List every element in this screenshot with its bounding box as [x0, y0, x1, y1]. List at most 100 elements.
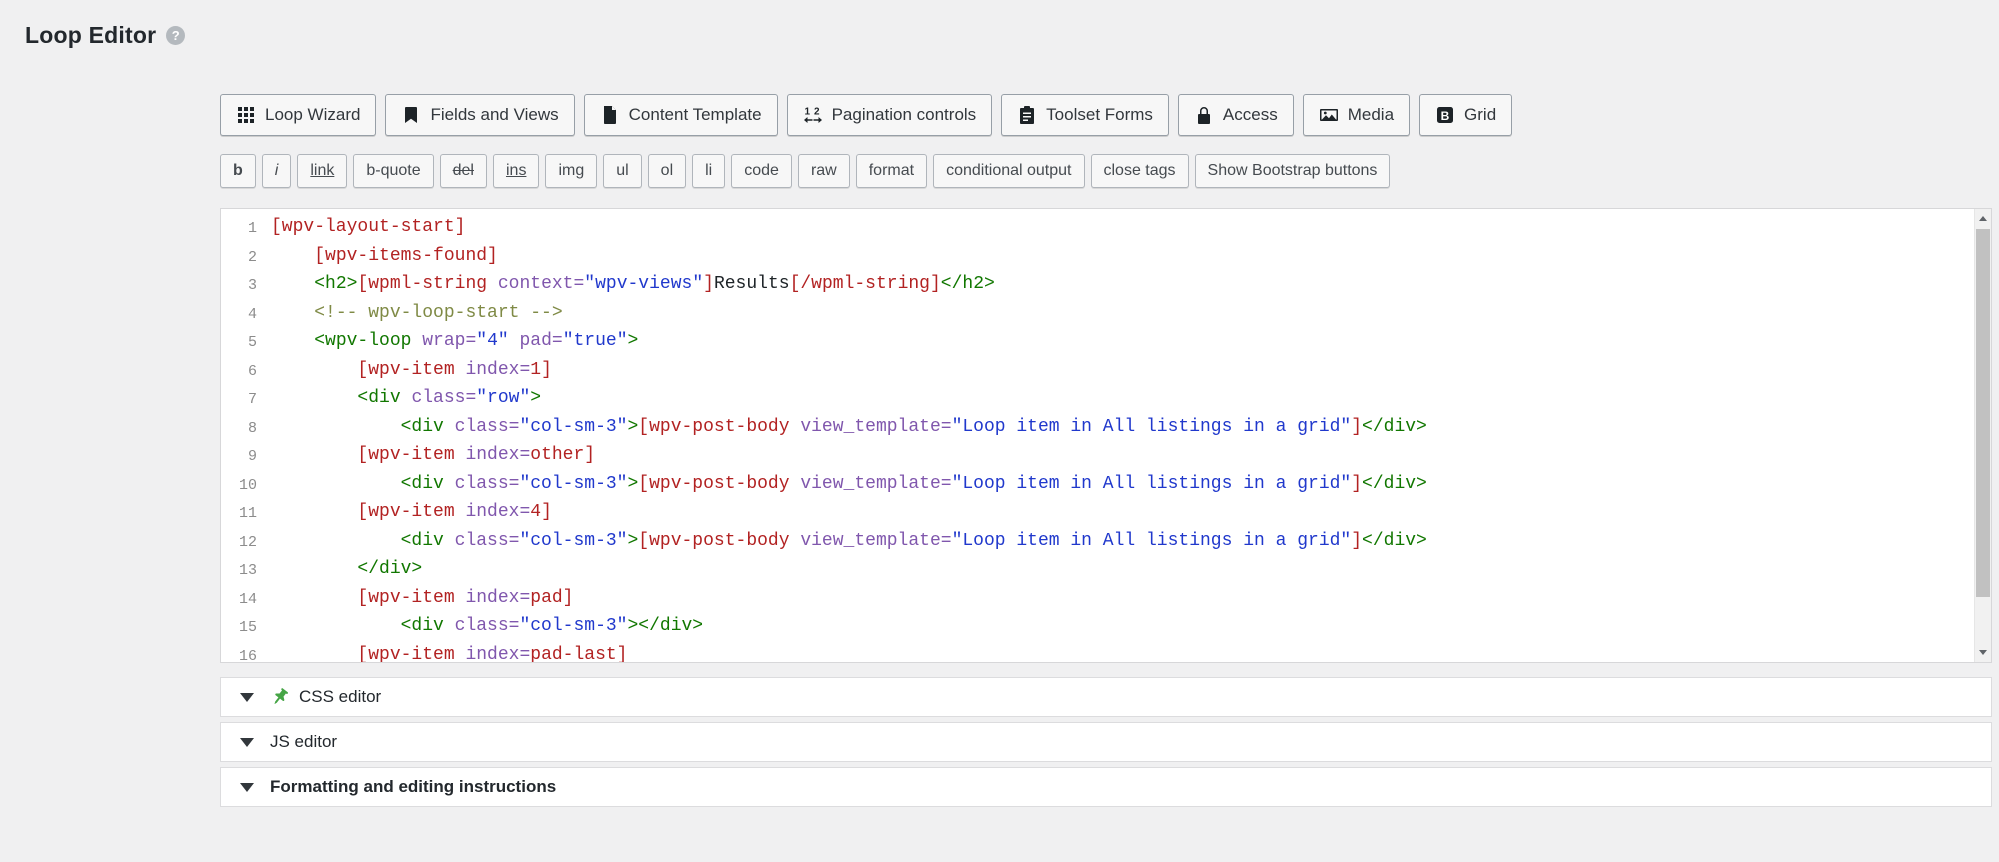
quicktags-toolbar: bilinkb-quotedelinsimgulollicoderawforma…	[220, 154, 1992, 188]
loop-wizard-icon	[236, 105, 256, 125]
line-number: 15	[221, 613, 257, 642]
code-line[interactable]: 9 [wpv-item index=other]	[221, 442, 1991, 471]
line-number: 8	[221, 414, 257, 443]
quicktag-button-conditional-output[interactable]: conditional output	[933, 154, 1084, 188]
toolbar-button-toolset-forms[interactable]: Toolset Forms	[1001, 94, 1169, 136]
code-line[interactable]: 13 </div>	[221, 556, 1991, 585]
code-token: [wpv-item	[357, 588, 465, 608]
code-token: <!-- wpv-loop-start -->	[314, 303, 562, 323]
quicktag-button-i[interactable]: i	[262, 154, 292, 188]
quicktag-button-code[interactable]: code	[731, 154, 792, 188]
code-token: "4"	[476, 331, 508, 351]
line-number: 14	[221, 585, 257, 614]
code-line-text: <!-- wpv-loop-start -->	[271, 300, 563, 329]
code-content: 1[wpv-layout-start]2 [wpv-items-found]3 …	[221, 209, 1991, 663]
code-line-text: [wpv-item index=4]	[271, 499, 552, 528]
quicktag-button-b-quote[interactable]: b-quote	[353, 154, 433, 188]
section-js-editor[interactable]: JS editor	[220, 722, 1992, 762]
line-number: 16	[221, 642, 257, 664]
code-token: >	[627, 474, 638, 494]
toolbar-button-pagination-controls[interactable]: 12Pagination controls	[787, 94, 993, 136]
scroll-down-arrow-icon	[1979, 650, 1987, 655]
code-line[interactable]: 4 <!-- wpv-loop-start -->	[221, 300, 1991, 329]
code-token: [/wpml-string]	[790, 274, 941, 294]
code-token: </div>	[1362, 474, 1427, 494]
code-token: ]	[1351, 474, 1362, 494]
quicktag-button-ol[interactable]: ol	[648, 154, 686, 188]
code-token: class=	[455, 616, 520, 636]
quicktag-button-img[interactable]: img	[545, 154, 597, 188]
code-token	[271, 360, 357, 380]
code-line[interactable]: 12 <div class="col-sm-3">[wpv-post-body …	[221, 528, 1991, 557]
code-token: >	[627, 531, 638, 551]
svg-text:B: B	[1441, 109, 1450, 123]
line-number: 9	[221, 442, 257, 471]
toolbar-button-content-template[interactable]: Content Template	[584, 94, 778, 136]
code-line-text: [wpv-item index=pad]	[271, 585, 573, 614]
code-line[interactable]: 7 <div class="row">	[221, 385, 1991, 414]
code-line-text: <h2>[wpml-string context="wpv-views"]Res…	[271, 271, 995, 300]
toolbar-button-media[interactable]: Media	[1303, 94, 1410, 136]
scrollbar-thumb[interactable]	[1976, 229, 1990, 597]
code-line[interactable]: 3 <h2>[wpml-string context="wpv-views"]R…	[221, 271, 1991, 300]
line-number: 5	[221, 328, 257, 357]
access-icon	[1194, 105, 1214, 125]
code-token	[271, 531, 401, 551]
quicktag-button-format[interactable]: format	[856, 154, 927, 188]
code-line[interactable]: 6 [wpv-item index=1]	[221, 357, 1991, 386]
section-label: CSS editor	[299, 687, 381, 707]
quicktag-button-close-tags[interactable]: close tags	[1091, 154, 1189, 188]
line-number: 7	[221, 385, 257, 414]
code-line[interactable]: 14 [wpv-item index=pad]	[221, 585, 1991, 614]
quicktag-button-ul[interactable]: ul	[603, 154, 641, 188]
quicktag-button-raw[interactable]: raw	[798, 154, 850, 188]
code-line[interactable]: 11 [wpv-item index=4]	[221, 499, 1991, 528]
code-line[interactable]: 16 [wpv-item index=pad-last]	[221, 642, 1991, 664]
section-formatting-and-editing-instructions[interactable]: Formatting and editing instructions	[220, 767, 1992, 807]
toolbar-button-loop-wizard[interactable]: Loop Wizard	[220, 94, 376, 136]
section-css-editor[interactable]: CSS editor	[220, 677, 1992, 717]
bootstrap-grid-icon: B	[1435, 105, 1455, 125]
code-token: view_template=	[800, 531, 951, 551]
content-template-icon	[600, 105, 620, 125]
code-token: [wpv-item	[357, 360, 465, 380]
code-token: >	[628, 331, 639, 351]
quicktag-button-ins[interactable]: ins	[493, 154, 539, 188]
section-label: Formatting and editing instructions	[270, 777, 556, 797]
code-line[interactable]: 2 [wpv-items-found]	[221, 243, 1991, 272]
line-number: 11	[221, 499, 257, 528]
pagination-controls-icon: 12	[803, 105, 823, 125]
code-token: 1]	[530, 360, 552, 380]
code-line[interactable]: 10 <div class="col-sm-3">[wpv-post-body …	[221, 471, 1991, 500]
quicktag-button-b[interactable]: b	[220, 154, 256, 188]
scroll-down-button[interactable]	[1975, 643, 1991, 662]
quicktag-button-del[interactable]: del	[440, 154, 487, 188]
collapse-arrow-icon	[240, 693, 254, 702]
quicktag-button-show-bootstrap-buttons[interactable]: Show Bootstrap buttons	[1195, 154, 1391, 188]
line-number: 12	[221, 528, 257, 557]
code-token: "true"	[563, 331, 628, 351]
code-line[interactable]: 1[wpv-layout-start]	[221, 214, 1991, 243]
code-token: Results	[714, 274, 790, 294]
code-line[interactable]: 5 <wpv-loop wrap="4" pad="true">	[221, 328, 1991, 357]
code-line[interactable]: 15 <div class="col-sm-3"></div>	[221, 613, 1991, 642]
toolbar-button-fields-and-views[interactable]: Fields and Views	[385, 94, 574, 136]
toolbar-button-grid[interactable]: BGrid	[1419, 94, 1512, 136]
line-number: 6	[221, 357, 257, 386]
quicktag-button-li[interactable]: li	[692, 154, 725, 188]
help-glyph: ?	[172, 28, 180, 43]
code-token	[271, 445, 357, 465]
code-line[interactable]: 8 <div class="col-sm-3">[wpv-post-body v…	[221, 414, 1991, 443]
code-editor[interactable]: 1[wpv-layout-start]2 [wpv-items-found]3 …	[220, 208, 1992, 663]
scroll-up-button[interactable]	[1975, 209, 1991, 228]
editor-scrollbar[interactable]	[1974, 209, 1991, 662]
code-token: class=	[411, 388, 476, 408]
code-line-text: <div class="col-sm-3"></div>	[271, 613, 703, 642]
help-icon[interactable]: ?	[166, 26, 185, 45]
code-line-text: <div class="row">	[271, 385, 541, 414]
quicktag-button-link[interactable]: link	[297, 154, 347, 188]
code-token: "col-sm-3"	[519, 616, 627, 636]
toolbar-button-label: Fields and Views	[430, 105, 558, 125]
toolbar-button-access[interactable]: Access	[1178, 94, 1294, 136]
code-token: [wpv-layout-start]	[271, 217, 465, 237]
